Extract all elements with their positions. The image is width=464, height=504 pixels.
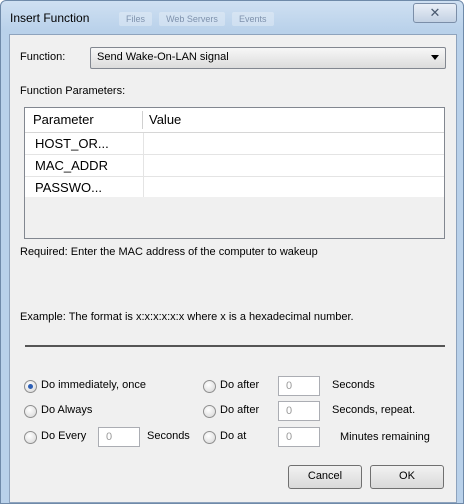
required-hint: Required: Enter the MAC address of the c…	[20, 246, 318, 258]
divider	[25, 345, 445, 347]
radio-selected-icon	[24, 380, 37, 393]
function-dropdown-value: Send Wake-On-LAN signal	[97, 51, 229, 63]
parameter-value-cell[interactable]	[143, 133, 444, 154]
cancel-button[interactable]: Cancel	[288, 465, 362, 489]
parameter-name: PASSWO...	[35, 180, 102, 195]
radio-label: Do at	[220, 430, 247, 442]
close-icon: ✕	[429, 5, 441, 20]
grid-header: Parameter Value	[25, 108, 444, 133]
table-row[interactable]: PASSWO...	[25, 177, 444, 198]
radio-label: Do after	[220, 404, 260, 416]
radio-label: Do Every	[41, 430, 87, 442]
close-button[interactable]: ✕	[413, 3, 457, 23]
function-dropdown[interactable]: Send Wake-On-LAN signal	[90, 47, 446, 69]
after-repeat-unit-label: Seconds, repeat.	[332, 404, 416, 416]
function-parameters-label: Function Parameters:	[20, 85, 126, 97]
radio-label: Do Always	[41, 404, 93, 416]
after-seconds-input[interactable]: 0	[278, 376, 320, 396]
ok-button[interactable]: OK	[370, 465, 444, 489]
insert-function-dialog: Insert Function Files Web Servers Events…	[0, 0, 464, 504]
background-tab: Events	[232, 12, 274, 26]
radio-label: Do after	[220, 379, 260, 391]
radio-icon	[203, 380, 216, 393]
column-header-value[interactable]: Value	[149, 112, 181, 127]
at-minutes-input[interactable]: 0	[278, 427, 320, 447]
radio-icon	[203, 405, 216, 418]
table-row[interactable]: HOST_OR...	[25, 133, 444, 155]
radio-label: Do immediately, once	[41, 379, 146, 391]
parameters-grid: Parameter Value HOST_OR... MAC_ADDR PASS…	[24, 107, 445, 239]
after-repeat-seconds-input[interactable]: 0	[278, 401, 320, 421]
function-label: Function:	[20, 51, 66, 63]
column-header-parameter[interactable]: Parameter	[33, 112, 94, 127]
parameter-value-cell[interactable]	[143, 177, 444, 198]
every-unit-label: Seconds	[147, 430, 190, 442]
background-tab: Web Servers	[159, 12, 225, 26]
parameter-name: HOST_OR...	[35, 136, 109, 151]
parameter-name: MAC_ADDR	[35, 158, 108, 173]
dialog-title: Insert Function	[10, 11, 90, 25]
chevron-down-icon	[431, 55, 439, 60]
every-seconds-input[interactable]: 0	[98, 427, 140, 447]
radio-icon	[24, 431, 37, 444]
at-unit-label: Minutes remaining	[340, 431, 430, 443]
parameter-value-cell[interactable]	[143, 155, 444, 176]
background-tab: Files	[119, 12, 153, 26]
after-unit-label: Seconds	[332, 379, 375, 391]
background-tabs: Files Web Servers Events	[119, 12, 278, 26]
title-bar[interactable]: Insert Function Files Web Servers Events…	[1, 1, 463, 35]
table-row[interactable]: MAC_ADDR	[25, 155, 444, 177]
dialog-body: Function: Send Wake-On-LAN signal Functi…	[9, 34, 457, 503]
example-hint: Example: The format is x:x:x:x:x:x where…	[20, 311, 354, 323]
radio-icon	[24, 405, 37, 418]
grid-empty-area	[25, 197, 444, 238]
radio-icon	[203, 431, 216, 444]
column-divider[interactable]	[142, 111, 143, 129]
